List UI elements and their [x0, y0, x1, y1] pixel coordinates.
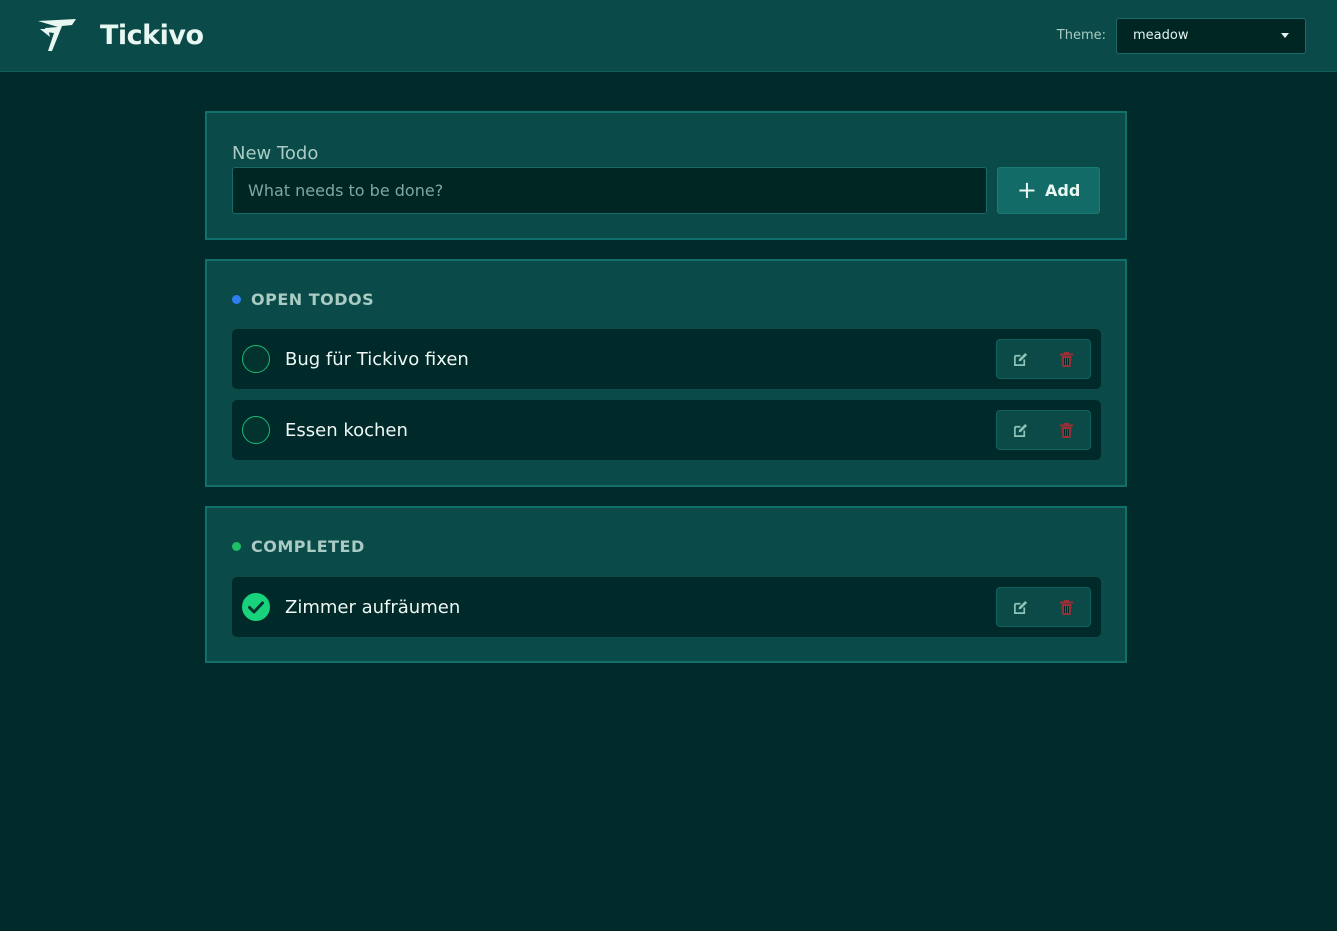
trash-icon[interactable] — [1052, 592, 1082, 622]
todo-item: Bug für Tickivo fixen — [232, 329, 1101, 389]
trash-icon[interactable] — [1052, 344, 1082, 374]
theme-select-value: meadow — [1133, 28, 1189, 43]
app-title: Tickivo — [100, 20, 204, 51]
open-todos-card: OPEN TODOS Bug für Tickivo fixen Essen k… — [205, 259, 1127, 487]
chevron-down-icon — [1281, 33, 1289, 38]
completed-title: COMPLETED — [251, 537, 365, 556]
open-status-dot — [232, 295, 241, 304]
theme-label: Theme: — [1056, 28, 1106, 43]
todo-text: Bug für Tickivo fixen — [285, 348, 469, 370]
trash-icon[interactable] — [1052, 415, 1082, 445]
new-todo-label: New Todo — [232, 143, 319, 164]
todo-text: Zimmer aufräumen — [285, 596, 461, 618]
todo-text: Essen kochen — [285, 419, 408, 441]
open-todos-header: OPEN TODOS — [232, 290, 374, 309]
tickivo-logo-icon — [36, 16, 80, 56]
new-todo-row: + Add — [232, 167, 1100, 214]
todo-item: Zimmer aufräumen — [232, 577, 1101, 637]
plus-icon: + — [1016, 175, 1038, 204]
theme-select[interactable]: meadow — [1116, 17, 1306, 54]
completed-header: COMPLETED — [232, 537, 365, 556]
add-todo-button[interactable]: + Add — [997, 167, 1100, 214]
add-button-label: Add — [1045, 181, 1081, 200]
edit-icon[interactable] — [1005, 415, 1035, 445]
todo-actions — [996, 339, 1091, 379]
edit-icon[interactable] — [1005, 592, 1035, 622]
new-todo-card: New Todo + Add — [205, 111, 1127, 240]
todo-item: Essen kochen — [232, 400, 1101, 460]
todo-checkbox[interactable] — [242, 593, 270, 621]
todo-checkbox[interactable] — [242, 345, 270, 373]
open-todos-title: OPEN TODOS — [251, 290, 375, 309]
checkmark-icon — [248, 601, 264, 613]
app-header: Tickivo Theme: meadow — [0, 0, 1337, 72]
new-todo-input[interactable] — [232, 167, 988, 214]
completed-status-dot — [232, 542, 241, 551]
todo-actions — [996, 410, 1091, 450]
todo-actions — [996, 587, 1091, 627]
edit-icon[interactable] — [1005, 344, 1035, 374]
completed-todos-card: COMPLETED Zimmer aufräumen — [205, 506, 1127, 663]
todo-checkbox[interactable] — [242, 416, 270, 444]
